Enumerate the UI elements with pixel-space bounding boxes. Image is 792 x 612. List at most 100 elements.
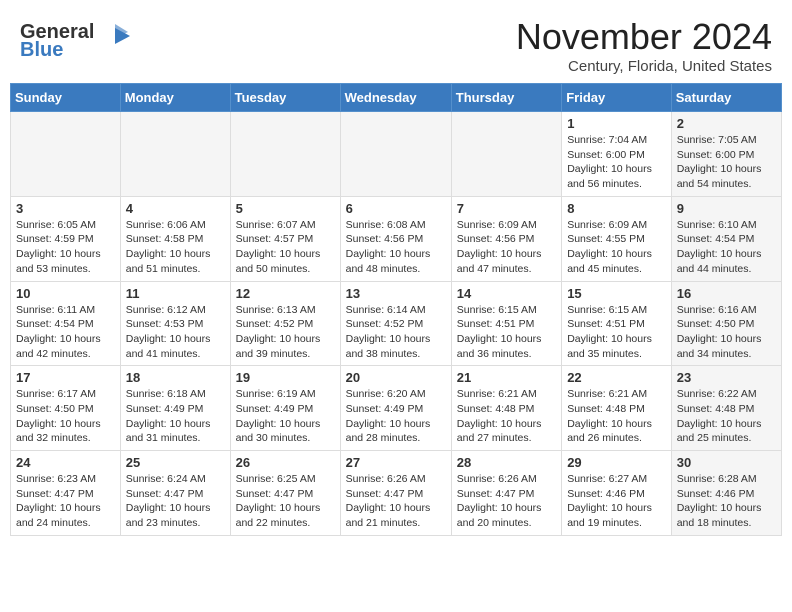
day-number: 29 bbox=[567, 455, 666, 470]
calendar-cell: 18 Sunrise: 6:18 AM Sunset: 4:49 PM Dayli… bbox=[120, 366, 230, 451]
day-info: Sunrise: 6:25 AM Sunset: 4:47 PM Dayligh… bbox=[236, 472, 335, 531]
day-info: Sunrise: 6:15 AM Sunset: 4:51 PM Dayligh… bbox=[567, 303, 666, 362]
day-info: Sunrise: 6:26 AM Sunset: 4:47 PM Dayligh… bbox=[346, 472, 446, 531]
calendar-row-4: 17 Sunrise: 6:17 AM Sunset: 4:50 PM Dayli… bbox=[11, 366, 782, 451]
th-monday: Monday bbox=[120, 84, 230, 112]
weekday-row: Sunday Monday Tuesday Wednesday Thursday… bbox=[11, 84, 782, 112]
day-info: Sunrise: 6:26 AM Sunset: 4:47 PM Dayligh… bbox=[457, 472, 556, 531]
page-wrapper: General Blue November 2024 Century, Flor… bbox=[0, 0, 792, 546]
calendar-row-3: 10 Sunrise: 6:11 AM Sunset: 4:54 PM Dayli… bbox=[11, 281, 782, 366]
calendar-cell: 12 Sunrise: 6:13 AM Sunset: 4:52 PM Dayli… bbox=[230, 281, 340, 366]
day-info: Sunrise: 6:18 AM Sunset: 4:49 PM Dayligh… bbox=[126, 387, 225, 446]
day-number: 14 bbox=[457, 286, 556, 301]
calendar-cell: 23Sunrise: 6:22 AM Sunset: 4:48 PM Dayli… bbox=[671, 366, 781, 451]
calendar-row-5: 24 Sunrise: 6:23 AM Sunset: 4:47 PM Dayli… bbox=[11, 451, 782, 536]
day-number: 16 bbox=[677, 286, 776, 301]
calendar-cell bbox=[340, 112, 451, 197]
day-number: 11 bbox=[126, 286, 225, 301]
day-info: Sunrise: 6:09 AM Sunset: 4:56 PM Dayligh… bbox=[457, 218, 556, 277]
calendar-cell: 2Sunrise: 7:05 AM Sunset: 6:00 PM Daylig… bbox=[671, 112, 781, 197]
month-title: November 2024 bbox=[516, 16, 772, 58]
calendar-cell bbox=[230, 112, 340, 197]
th-sunday: Sunday bbox=[11, 84, 121, 112]
day-number: 15 bbox=[567, 286, 666, 301]
day-number: 27 bbox=[346, 455, 446, 470]
day-number: 30 bbox=[677, 455, 776, 470]
day-info: Sunrise: 6:17 AM Sunset: 4:50 PM Dayligh… bbox=[16, 387, 115, 446]
calendar-cell: 7Sunrise: 6:09 AM Sunset: 4:56 PM Daylig… bbox=[451, 196, 561, 281]
calendar-cell: 1 Sunrise: 7:04 AM Sunset: 6:00 PM Daylig… bbox=[562, 112, 672, 197]
calendar-cell: 14 Sunrise: 6:15 AM Sunset: 4:51 PM Dayli… bbox=[451, 281, 561, 366]
th-saturday: Saturday bbox=[671, 84, 781, 112]
calendar-cell: 27 Sunrise: 6:26 AM Sunset: 4:47 PM Dayli… bbox=[340, 451, 451, 536]
calendar-cell bbox=[451, 112, 561, 197]
day-number: 6 bbox=[346, 201, 446, 216]
calendar-row-1: 1 Sunrise: 7:04 AM Sunset: 6:00 PM Daylig… bbox=[11, 112, 782, 197]
day-info: Sunrise: 6:21 AM Sunset: 4:48 PM Dayligh… bbox=[457, 387, 556, 446]
calendar-cell: 17 Sunrise: 6:17 AM Sunset: 4:50 PM Dayli… bbox=[11, 366, 121, 451]
svg-text:Blue: Blue bbox=[20, 39, 63, 60]
th-wednesday: Wednesday bbox=[340, 84, 451, 112]
calendar-cell: 9Sunrise: 6:10 AM Sunset: 4:54 PM Daylig… bbox=[671, 196, 781, 281]
day-info: Sunrise: 6:11 AM Sunset: 4:54 PM Dayligh… bbox=[16, 303, 115, 362]
day-info: Sunrise: 6:23 AM Sunset: 4:47 PM Dayligh… bbox=[16, 472, 115, 531]
day-info: Sunrise: 6:13 AM Sunset: 4:52 PM Dayligh… bbox=[236, 303, 335, 362]
day-number: 25 bbox=[126, 455, 225, 470]
day-info: Sunrise: 6:27 AM Sunset: 4:46 PM Dayligh… bbox=[567, 472, 666, 531]
day-info: Sunrise: 6:06 AM Sunset: 4:58 PM Dayligh… bbox=[126, 218, 225, 277]
day-info: Sunrise: 6:16 AM Sunset: 4:50 PM Dayligh… bbox=[677, 303, 776, 362]
th-friday: Friday bbox=[562, 84, 672, 112]
day-number: 13 bbox=[346, 286, 446, 301]
calendar-cell: 26Sunrise: 6:25 AM Sunset: 4:47 PM Dayli… bbox=[230, 451, 340, 536]
calendar-cell: 25 Sunrise: 6:24 AM Sunset: 4:47 PM Dayli… bbox=[120, 451, 230, 536]
day-info: Sunrise: 6:05 AM Sunset: 4:59 PM Dayligh… bbox=[16, 218, 115, 277]
calendar-cell: 10 Sunrise: 6:11 AM Sunset: 4:54 PM Dayli… bbox=[11, 281, 121, 366]
day-info: Sunrise: 6:08 AM Sunset: 4:56 PM Dayligh… bbox=[346, 218, 446, 277]
calendar-cell: 20 Sunrise: 6:20 AM Sunset: 4:49 PM Dayli… bbox=[340, 366, 451, 451]
logo-text-block: General Blue bbox=[20, 16, 130, 65]
day-number: 18 bbox=[126, 370, 225, 385]
day-number: 2 bbox=[677, 116, 776, 131]
calendar-table: Sunday Monday Tuesday Wednesday Thursday… bbox=[10, 83, 782, 536]
day-number: 19 bbox=[236, 370, 335, 385]
calendar-cell: 4 Sunrise: 6:06 AM Sunset: 4:58 PM Daylig… bbox=[120, 196, 230, 281]
day-info: Sunrise: 6:20 AM Sunset: 4:49 PM Dayligh… bbox=[346, 387, 446, 446]
day-info: Sunrise: 6:09 AM Sunset: 4:55 PM Dayligh… bbox=[567, 218, 666, 277]
day-info: Sunrise: 6:28 AM Sunset: 4:46 PM Dayligh… bbox=[677, 472, 776, 531]
day-number: 9 bbox=[677, 201, 776, 216]
logo-icon: General Blue bbox=[20, 16, 130, 60]
calendar-cell: 24 Sunrise: 6:23 AM Sunset: 4:47 PM Dayli… bbox=[11, 451, 121, 536]
day-number: 28 bbox=[457, 455, 556, 470]
day-info: Sunrise: 6:12 AM Sunset: 4:53 PM Dayligh… bbox=[126, 303, 225, 362]
calendar-cell bbox=[120, 112, 230, 197]
day-number: 12 bbox=[236, 286, 335, 301]
calendar-cell bbox=[11, 112, 121, 197]
calendar-row-2: 3Sunrise: 6:05 AM Sunset: 4:59 PM Daylig… bbox=[11, 196, 782, 281]
calendar-cell: 30 Sunrise: 6:28 AM Sunset: 4:46 PM Dayli… bbox=[671, 451, 781, 536]
day-info: Sunrise: 6:14 AM Sunset: 4:52 PM Dayligh… bbox=[346, 303, 446, 362]
day-number: 17 bbox=[16, 370, 115, 385]
day-number: 8 bbox=[567, 201, 666, 216]
day-number: 10 bbox=[16, 286, 115, 301]
day-number: 4 bbox=[126, 201, 225, 216]
logo: General Blue bbox=[20, 16, 130, 65]
day-number: 21 bbox=[457, 370, 556, 385]
title-block: November 2024 Century, Florida, United S… bbox=[516, 16, 772, 75]
calendar-body: 1 Sunrise: 7:04 AM Sunset: 6:00 PM Daylig… bbox=[11, 112, 782, 536]
calendar-cell: 3Sunrise: 6:05 AM Sunset: 4:59 PM Daylig… bbox=[11, 196, 121, 281]
calendar-cell: 8 Sunrise: 6:09 AM Sunset: 4:55 PM Daylig… bbox=[562, 196, 672, 281]
location: Century, Florida, United States bbox=[516, 58, 772, 75]
day-info: Sunrise: 6:15 AM Sunset: 4:51 PM Dayligh… bbox=[457, 303, 556, 362]
day-info: Sunrise: 7:04 AM Sunset: 6:00 PM Dayligh… bbox=[567, 133, 666, 192]
day-number: 1 bbox=[567, 116, 666, 131]
calendar-cell: 6 Sunrise: 6:08 AM Sunset: 4:56 PM Daylig… bbox=[340, 196, 451, 281]
day-number: 24 bbox=[16, 455, 115, 470]
day-number: 5 bbox=[236, 201, 335, 216]
day-info: Sunrise: 6:21 AM Sunset: 4:48 PM Dayligh… bbox=[567, 387, 666, 446]
day-info: Sunrise: 6:24 AM Sunset: 4:47 PM Dayligh… bbox=[126, 472, 225, 531]
calendar-cell: 15 Sunrise: 6:15 AM Sunset: 4:51 PM Dayli… bbox=[562, 281, 672, 366]
day-number: 20 bbox=[346, 370, 446, 385]
day-info: Sunrise: 6:19 AM Sunset: 4:49 PM Dayligh… bbox=[236, 387, 335, 446]
calendar-cell: 16 Sunrise: 6:16 AM Sunset: 4:50 PM Dayli… bbox=[671, 281, 781, 366]
th-tuesday: Tuesday bbox=[230, 84, 340, 112]
